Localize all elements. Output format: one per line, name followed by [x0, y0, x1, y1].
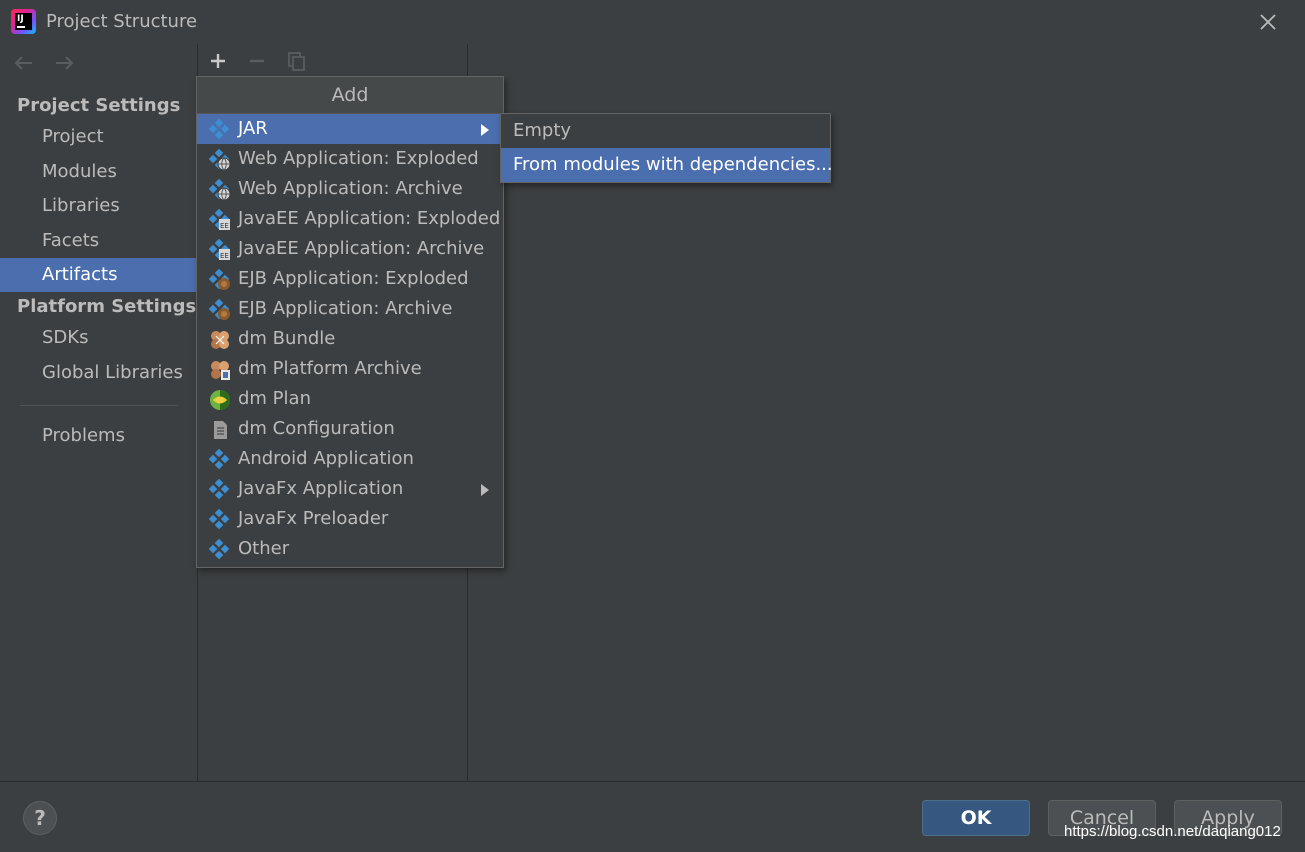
add-menu: Add JAR Web Application: Exploded Web Appl… [196, 76, 504, 568]
sidebar-divider [20, 405, 178, 406]
menu-item-label: dm Configuration [238, 418, 395, 439]
artifact-icon [208, 508, 231, 531]
menu-item-dm-platform-archive[interactable]: dm Platform Archive [197, 354, 503, 384]
intellij-logo-icon: IJ [11, 9, 36, 34]
artifact-icon [208, 118, 231, 141]
sidebar-item-modules[interactable]: Modules [0, 155, 197, 189]
javaee-artifact-icon: EE [208, 238, 231, 261]
sidebar: Project Settings Project Modules Librari… [0, 44, 197, 781]
add-icon[interactable] [207, 50, 229, 72]
menu-item-other[interactable]: Other [197, 534, 503, 564]
menu-item-label: EJB Application: Archive [238, 298, 453, 319]
menu-item-android-application[interactable]: Android Application [197, 444, 503, 474]
svg-text:EE: EE [220, 252, 229, 260]
submenu-arrow-icon [481, 124, 489, 136]
menu-item-label: Android Application [238, 448, 414, 469]
sidebar-item-project[interactable]: Project [0, 120, 197, 154]
menu-item-label: Web Application: Exploded [238, 148, 479, 169]
menu-item-label: dm Platform Archive [238, 358, 422, 379]
copy-icon[interactable] [285, 50, 307, 72]
sidebar-item-facets[interactable]: Facets [0, 224, 197, 258]
window-title: Project Structure [46, 11, 198, 32]
forward-arrow-icon[interactable] [52, 54, 76, 72]
help-button[interactable]: ? [23, 801, 57, 835]
dm-plan-icon [209, 389, 231, 411]
menu-item-label: EJB Application: Exploded [238, 268, 469, 289]
menu-item-jar[interactable]: JAR [197, 114, 503, 144]
menu-item-label: JavaFx Preloader [238, 508, 389, 529]
ok-button[interactable]: OK [922, 800, 1030, 836]
web-artifact-icon [208, 148, 231, 171]
submenu-item-from-modules[interactable]: From modules with dependencies... [501, 148, 833, 182]
menu-item-dm-bundle[interactable]: dm Bundle [197, 324, 503, 354]
menu-item-label: dm Plan [238, 388, 311, 409]
sidebar-item-artifacts[interactable]: Artifacts [0, 258, 197, 292]
menu-item-dm-plan[interactable]: dm Plan [197, 384, 503, 414]
close-icon[interactable] [1256, 10, 1280, 34]
ejb-artifact-icon [208, 268, 231, 291]
javaee-artifact-icon: EE [208, 208, 231, 231]
menu-item-dm-configuration[interactable]: dm Configuration [197, 414, 503, 444]
menu-item-label: dm Bundle [238, 328, 336, 349]
back-arrow-icon[interactable] [12, 54, 36, 72]
sidebar-item-libraries[interactable]: Libraries [0, 189, 197, 223]
watermark-text: https://blog.csdn.net/daqiang012 [1064, 823, 1281, 840]
submenu-arrow-icon [481, 484, 489, 496]
menu-item-javafx-application[interactable]: JavaFx Application [197, 474, 503, 504]
submenu-item-empty[interactable]: Empty [501, 114, 830, 148]
artifact-icon [208, 448, 231, 471]
menu-item-label: JavaEE Application: Archive [238, 238, 485, 259]
menu-item-javafx-preloader[interactable]: JavaFx Preloader [197, 504, 503, 534]
menu-item-web-application-exploded[interactable]: Web Application: Exploded [197, 144, 503, 174]
menu-item-label: JavaEE Application: Exploded [238, 208, 501, 229]
menu-item-label: JavaFx Application [238, 478, 404, 499]
sidebar-item-global-libraries[interactable]: Global Libraries [0, 356, 197, 390]
menu-item-label: Web Application: Archive [238, 178, 463, 199]
artifact-icon [208, 478, 231, 501]
platform-settings-header: Platform Settings [17, 296, 197, 317]
menu-item-ejb-application-archive[interactable]: EJB Application: Archive [197, 294, 503, 324]
menu-item-web-application-archive[interactable]: Web Application: Archive [197, 174, 503, 204]
menu-item-label: JAR [238, 118, 268, 139]
jar-submenu: Empty From modules with dependencies... [500, 113, 833, 183]
menu-item-javaee-application-exploded[interactable]: EE JavaEE Application: Exploded [197, 204, 503, 234]
artifact-icon [208, 538, 231, 561]
sidebar-item-sdks[interactable]: SDKs [0, 321, 197, 355]
dialog-footer: ? OK Cancel Apply https://blog.csdn.net/… [0, 781, 1305, 852]
web-artifact-icon [208, 178, 231, 201]
svg-text:EE: EE [220, 222, 229, 230]
sidebar-item-problems[interactable]: Problems [0, 419, 197, 453]
dm-configuration-icon [209, 419, 231, 441]
menu-item-ejb-application-exploded[interactable]: EJB Application: Exploded [197, 264, 503, 294]
dm-platform-icon [209, 359, 231, 381]
add-menu-title: Add [197, 77, 503, 114]
project-settings-header: Project Settings [17, 95, 181, 116]
menu-item-label: Other [238, 538, 290, 559]
menu-item-javaee-application-archive[interactable]: EE JavaEE Application: Archive [197, 234, 503, 264]
remove-icon[interactable] [246, 50, 268, 72]
title-bar: IJ Project Structure [0, 0, 1305, 44]
ejb-artifact-icon [208, 298, 231, 321]
dm-bundle-icon [209, 329, 231, 351]
